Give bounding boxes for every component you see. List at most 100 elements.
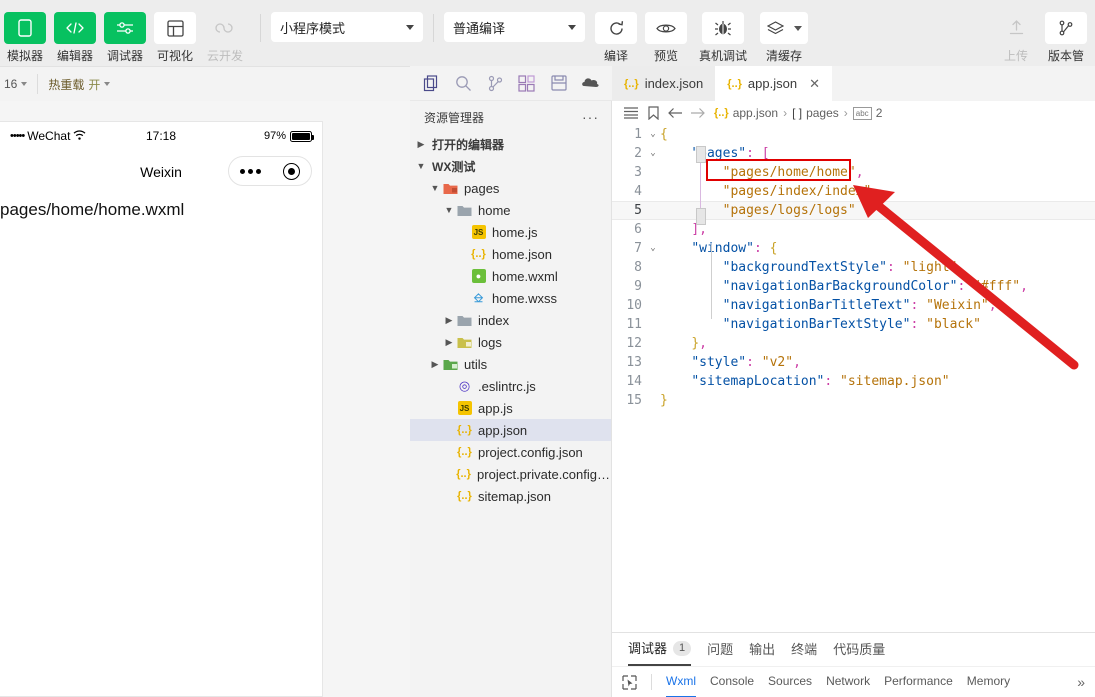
code-line[interactable]: 14 "sitemapLocation": "sitemap.json": [612, 372, 1095, 391]
bookmark-icon[interactable]: [642, 106, 664, 120]
hotreload-select[interactable]: 热重载 开: [48, 76, 111, 93]
tree-file-row[interactable]: {..} project.config.json: [410, 441, 611, 463]
mode-select[interactable]: 小程序模式: [271, 12, 423, 42]
tree-file-row[interactable]: {..} app.json: [410, 419, 611, 441]
tree-file-row[interactable]: {..} home.json: [410, 243, 611, 265]
forward-icon[interactable]: [686, 107, 708, 119]
editor-tab-index-json[interactable]: {..} index.json: [612, 66, 716, 101]
refresh-icon: [595, 12, 637, 44]
panel-tab[interactable]: 调试器 1: [628, 633, 692, 666]
tree-folder-row[interactable]: ▶ logs: [410, 331, 611, 353]
code-line[interactable]: 4 "pages/index/index",: [612, 182, 1095, 201]
tree-folder-row[interactable]: ▼ pages: [410, 177, 611, 199]
devtools-tab[interactable]: Memory: [967, 667, 1010, 697]
toolbar-button-compile[interactable]: 编译: [594, 12, 638, 64]
extensions-icon[interactable]: [511, 68, 543, 98]
code-line[interactable]: 15}: [612, 391, 1095, 410]
fold-toggle-icon[interactable]: ⌄: [646, 125, 660, 144]
toolbar-button-cloud[interactable]: 云开发: [203, 12, 247, 64]
explorer-more-icon[interactable]: ···: [582, 109, 599, 125]
fold-toggle-icon[interactable]: ⌄: [646, 239, 660, 258]
close-icon[interactable]: ✕: [809, 76, 820, 92]
devtools-tab[interactable]: Performance: [884, 667, 953, 697]
source-control-icon[interactable]: [479, 68, 511, 98]
editor-tab-app-json[interactable]: {..} app.json ✕: [715, 66, 832, 101]
scale-select[interactable]: 16: [4, 77, 28, 91]
tree-folder-row[interactable]: ▼ home: [410, 199, 611, 221]
phone-navbar: Weixin: [0, 150, 322, 194]
outline-icon[interactable]: [620, 107, 642, 119]
tree-item-label: home.json: [492, 246, 552, 262]
tree-item-label: app.js: [478, 400, 513, 416]
cloud-debug-icon[interactable]: [574, 68, 606, 98]
tree-file-row[interactable]: JS home.js: [410, 221, 611, 243]
code-line[interactable]: 2 ⌄ "pages": [: [612, 144, 1095, 163]
tree-file-row[interactable]: ◎ .eslintrc.js: [410, 375, 611, 397]
tree-item-label: utils: [464, 356, 488, 372]
tree-folder-row[interactable]: ▶ index: [410, 309, 611, 331]
devtools-tab[interactable]: Console: [710, 667, 754, 697]
line-number: 4: [634, 184, 642, 199]
toolbar-button-debugger[interactable]: 调试器: [103, 12, 147, 64]
breadcrumb-index[interactable]: abc 2: [852, 106, 882, 120]
editor-tab-label: app.json: [747, 76, 798, 91]
code-line[interactable]: 10 "navigationBarTitleText": "Weixin",: [612, 296, 1095, 315]
chevron-down-icon[interactable]: ▼: [428, 183, 442, 193]
chevron-right-icon[interactable]: ▶: [442, 315, 456, 326]
inspect-icon[interactable]: [622, 674, 637, 690]
chevron-down-icon: [104, 82, 111, 86]
code-line[interactable]: 13 "style": "v2",: [612, 353, 1095, 372]
devtools-tab[interactable]: Wxml: [666, 667, 696, 697]
code-line[interactable]: 1 ⌄{: [612, 125, 1095, 144]
code-line[interactable]: 6 ],: [612, 220, 1095, 239]
devtools-tab[interactable]: Network: [826, 667, 870, 697]
explorer-section-open-editors[interactable]: ▶ 打开的编辑器: [410, 133, 611, 155]
code-editor[interactable]: 1 ⌄{2 ⌄ "pages": [3 "pages/home/home", 4 "p…: [612, 125, 1095, 632]
tree-file-row[interactable]: {..} sitemap.json: [410, 485, 611, 507]
panel-tab[interactable]: 问题: [707, 633, 733, 666]
back-icon[interactable]: [664, 107, 686, 119]
explorer-section-project[interactable]: ▼ WX测试: [410, 155, 611, 177]
panel-tab[interactable]: 终端: [791, 633, 817, 666]
code-line[interactable]: 9 "navigationBarBackgroundColor": "#fff"…: [612, 277, 1095, 296]
chevron-right-icon[interactable]: ▶: [442, 337, 456, 348]
toolbar-button-realdevice[interactable]: 真机调试: [694, 12, 752, 64]
devtools-tab[interactable]: Sources: [768, 667, 812, 697]
fold-toggle-icon[interactable]: ⌄: [646, 144, 660, 163]
code-line[interactable]: 11 "navigationBarTextStyle": "black": [612, 315, 1095, 334]
code-line[interactable]: 7 ⌄ "window": {: [612, 239, 1095, 258]
toolbar-button-upload[interactable]: 上传: [994, 12, 1038, 64]
toolbar-button-visual[interactable]: 可视化: [153, 12, 197, 64]
tree-file-row[interactable]: JS app.js: [410, 397, 611, 419]
files-icon[interactable]: [416, 68, 448, 98]
code-line[interactable]: 12 },: [612, 334, 1095, 353]
code-line[interactable]: 3 "pages/home/home",: [612, 163, 1095, 182]
panel-tab[interactable]: 代码质量: [833, 633, 885, 666]
chevron-down-icon[interactable]: ▼: [442, 205, 456, 215]
toolbar-button-version[interactable]: 版本管: [1044, 12, 1088, 64]
tree-file-row[interactable]: ⎒ home.wxss: [410, 287, 611, 309]
code-line[interactable]: 8 "backgroundTextStyle": "light",: [612, 258, 1095, 277]
tree-folder-row[interactable]: ▶ utils: [410, 353, 611, 375]
tree-file-row[interactable]: ● home.wxml: [410, 265, 611, 287]
panel-tab[interactable]: 输出: [749, 633, 775, 666]
toolbar-button-simulator[interactable]: 模拟器: [3, 12, 47, 64]
search-icon[interactable]: [448, 68, 480, 98]
capsule-button[interactable]: [228, 156, 312, 186]
toolbar-button-editor[interactable]: 编辑器: [53, 12, 97, 64]
chevron-right-icon: ▶: [417, 138, 425, 149]
code-line[interactable]: 5 "pages/logs/logs": [612, 201, 1095, 220]
toolbar-button-clearcache[interactable]: 清缓存: [758, 12, 810, 64]
more-dots-icon[interactable]: [240, 168, 261, 174]
close-target-icon[interactable]: [283, 162, 300, 180]
chevron-right-icon[interactable]: ▶: [428, 359, 442, 370]
toolbar-button-preview[interactable]: 预览: [644, 12, 688, 64]
tree-file-row[interactable]: {..} project.private.config.js...: [410, 463, 611, 485]
overflow-icon[interactable]: »: [1077, 674, 1085, 690]
breadcrumb-file[interactable]: {..} app.json: [714, 106, 778, 120]
toolbar-label-realdevice: 真机调试: [698, 49, 747, 63]
compile-select[interactable]: 普通编译: [444, 12, 585, 42]
save-icon[interactable]: [543, 68, 575, 98]
panel-tab-label: 问题: [707, 642, 734, 657]
breadcrumb-array[interactable]: [ ] pages: [792, 106, 839, 120]
